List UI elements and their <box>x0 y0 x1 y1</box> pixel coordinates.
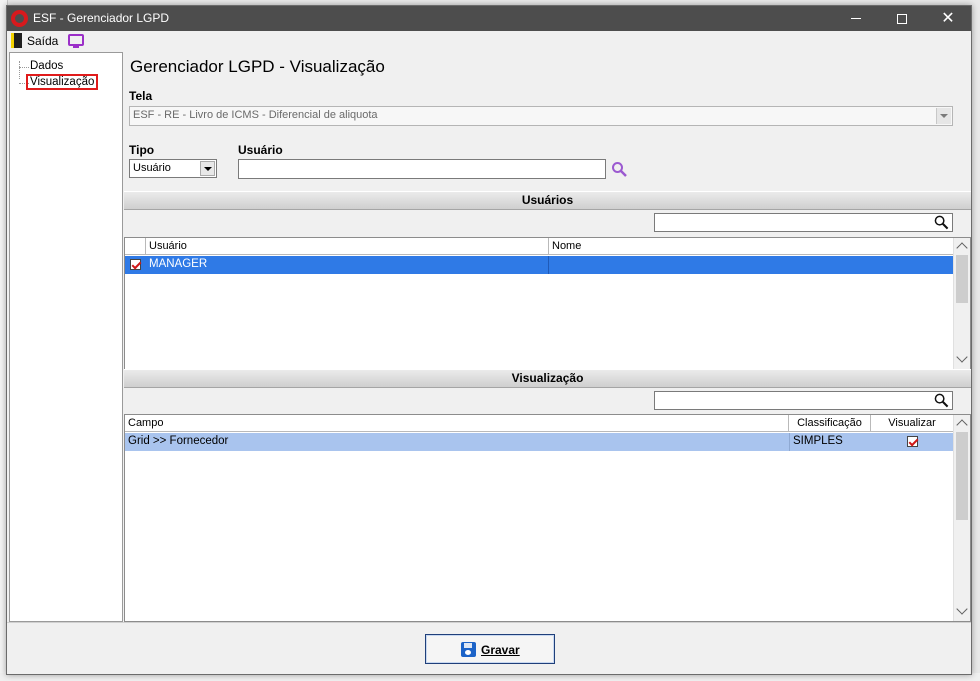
usuarios-filter-input[interactable] <box>654 213 953 232</box>
footer-bar: Gravar <box>7 622 971 674</box>
cell-usuario: MANAGER <box>146 256 549 274</box>
tela-dropdown-button[interactable] <box>936 108 951 124</box>
cell-nome <box>549 256 954 274</box>
table-row[interactable]: MANAGER <box>125 256 954 274</box>
visualizar-checkbox[interactable] <box>907 436 918 447</box>
search-icon[interactable] <box>934 215 949 230</box>
app-logo-icon <box>11 10 28 27</box>
menu-bar: Saída <box>7 31 971 51</box>
tipo-select-value: Usuário <box>133 162 171 174</box>
save-button[interactable]: Gravar <box>425 634 555 664</box>
column-header-classificacao[interactable]: Classificação <box>789 415 871 432</box>
exit-menu-item[interactable]: Saída <box>27 34 58 48</box>
column-header-nome[interactable]: Nome <box>549 238 954 255</box>
tree-connector <box>19 67 29 68</box>
window-title: ESF - Gerenciador LGPD <box>33 11 170 25</box>
main-panel: Gerenciador LGPD - Visualização Tela ESF… <box>124 52 971 622</box>
tipo-select[interactable]: Usuário <box>129 159 217 178</box>
visualizacao-section-header: Visualização <box>124 369 971 388</box>
scroll-down-icon[interactable] <box>956 603 968 615</box>
cell-classificacao: SIMPLES <box>789 433 871 451</box>
navigation-tree: Dados Visualização <box>9 52 123 622</box>
tela-select-value: ESF - RE - Livro de ICMS - Diferencial d… <box>133 109 378 121</box>
close-button[interactable]: ✕ <box>925 6 971 31</box>
minimize-icon <box>851 18 861 20</box>
visualizacao-scrollbar[interactable] <box>953 415 970 621</box>
usuario-input[interactable] <box>238 159 606 179</box>
usuarios-section-header: Usuários <box>124 191 971 210</box>
usuarios-grid: Usuário Nome MANAGER <box>124 237 971 370</box>
scroll-up-icon[interactable] <box>956 242 968 254</box>
chevron-down-icon <box>940 114 948 118</box>
close-icon: ✕ <box>941 10 955 27</box>
tree-item-visualizacao[interactable]: Visualização <box>26 74 99 90</box>
scroll-down-icon[interactable] <box>956 351 968 363</box>
title-bar: ESF - Gerenciador LGPD ✕ <box>7 6 971 31</box>
column-header-usuario[interactable]: Usuário <box>146 238 549 255</box>
usuario-label: Usuário <box>238 143 283 157</box>
row-checkbox[interactable] <box>130 259 141 270</box>
visualizacao-filter-input[interactable] <box>654 391 953 410</box>
tela-select[interactable]: ESF - RE - Livro de ICMS - Diferencial d… <box>129 106 953 126</box>
maximize-button[interactable] <box>879 6 925 31</box>
minimize-button[interactable] <box>833 6 879 31</box>
column-header-visualizar[interactable]: Visualizar <box>871 415 954 432</box>
tree-connector <box>19 61 20 79</box>
search-icon[interactable] <box>611 161 627 177</box>
visualizacao-grid: Campo Classificação Visualizar Grid >> F… <box>124 414 971 622</box>
scroll-thumb[interactable] <box>956 432 968 520</box>
cell-campo: Grid >> Fornecedor <box>128 435 229 447</box>
app-window: ESF - Gerenciador LGPD ✕ Saída Dados Vis… <box>6 5 972 675</box>
tipo-dropdown-button[interactable] <box>200 161 215 176</box>
page-title: Gerenciador LGPD - Visualização <box>130 57 385 76</box>
save-button-label: Gravar <box>481 643 520 657</box>
exit-door-icon[interactable] <box>11 33 22 48</box>
table-row[interactable]: Grid >> Fornecedor SIMPLES <box>125 433 954 451</box>
screen-icon[interactable] <box>68 34 84 48</box>
tree-item-dados[interactable]: Dados <box>30 60 63 72</box>
maximize-icon <box>897 13 907 24</box>
grid-header: Campo Classificação Visualizar <box>125 415 954 432</box>
grid-header: Usuário Nome <box>125 238 954 255</box>
tela-label: Tela <box>129 89 153 103</box>
save-disk-icon <box>461 642 476 657</box>
tipo-label: Tipo <box>129 143 155 157</box>
header-check-column <box>125 238 146 255</box>
usuarios-scrollbar[interactable] <box>953 238 970 369</box>
scroll-up-icon[interactable] <box>956 419 968 431</box>
scroll-thumb[interactable] <box>956 255 968 303</box>
column-header-campo[interactable]: Campo <box>125 415 789 432</box>
chevron-down-icon <box>204 167 212 171</box>
search-icon[interactable] <box>934 393 949 408</box>
